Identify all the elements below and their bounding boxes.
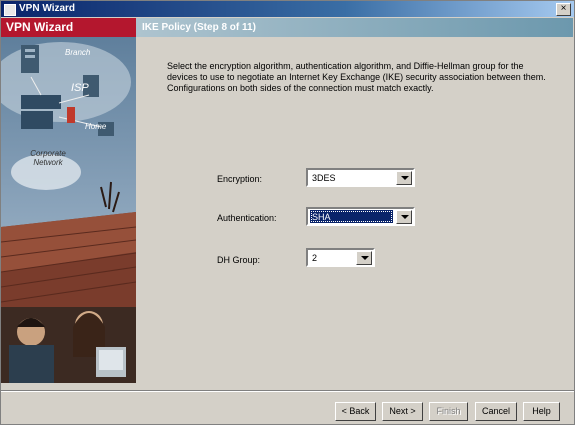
isp-label: ISP bbox=[71, 82, 89, 94]
next-button[interactable]: Next > bbox=[382, 402, 423, 421]
sidebar: VPN Wizard Branch ISP Home Corporate Net… bbox=[1, 18, 136, 383]
sidebar-header: VPN Wizard bbox=[1, 18, 136, 37]
authentication-select[interactable]: SHA bbox=[306, 207, 415, 226]
network-illustration bbox=[1, 37, 136, 383]
dh-group-dropdown-button[interactable] bbox=[356, 251, 372, 265]
cancel-button[interactable]: Cancel bbox=[475, 402, 517, 421]
vpn-wizard-window: VPN Wizard × VPN Wizard Branch ISP Home … bbox=[0, 0, 575, 425]
dh-group-select[interactable]: 2 bbox=[306, 248, 375, 267]
dh-group-value: 2 bbox=[312, 253, 318, 263]
help-button[interactable]: Help bbox=[523, 402, 560, 421]
encryption-select[interactable]: 3DES bbox=[306, 168, 415, 187]
authentication-value: SHA bbox=[310, 210, 393, 223]
description-text: Select the encryption algorithm, authent… bbox=[167, 61, 546, 93]
back-button[interactable]: < Back bbox=[335, 402, 376, 421]
app-icon bbox=[4, 4, 16, 16]
encryption-dropdown-button[interactable] bbox=[396, 171, 412, 185]
dh-group-label: DH Group: bbox=[217, 255, 261, 265]
window-title: VPN Wizard bbox=[19, 3, 76, 14]
step-header: IKE Policy (Step 8 of 11) bbox=[136, 18, 573, 37]
corporate-network-label: Corporate Network bbox=[30, 149, 66, 167]
authentication-dropdown-button[interactable] bbox=[396, 210, 412, 224]
title-bar: VPN Wizard × bbox=[1, 1, 574, 17]
branch-label: Branch bbox=[65, 48, 91, 57]
close-button[interactable]: × bbox=[556, 3, 571, 16]
authentication-label: Authentication: bbox=[217, 213, 277, 223]
home-label: Home bbox=[85, 122, 107, 131]
content-panel: Select the encryption algorithm, authent… bbox=[136, 37, 573, 383]
footer-separator bbox=[1, 390, 574, 392]
encryption-value: 3DES bbox=[312, 173, 336, 183]
finish-button[interactable]: Finish bbox=[429, 402, 468, 421]
encryption-label: Encryption: bbox=[217, 174, 263, 184]
